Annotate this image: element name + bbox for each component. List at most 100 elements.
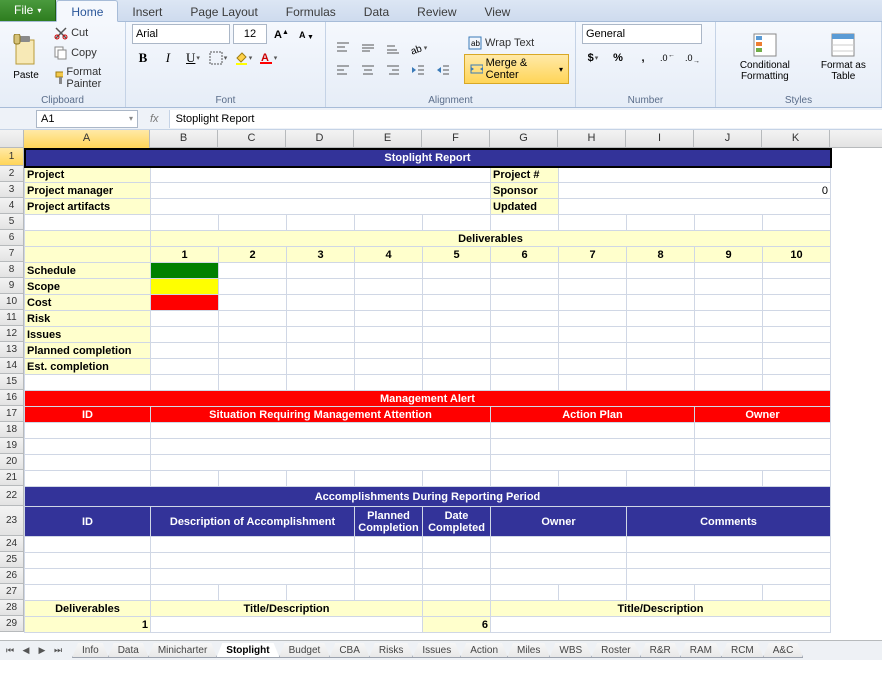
row-header-29[interactable]: 29 [0,616,24,632]
tab-home[interactable]: Home [56,0,118,22]
row-header-6[interactable]: 6 [0,230,24,246]
percent-button[interactable]: % [607,48,629,68]
border-button[interactable] [207,48,229,68]
sheet-tab-issues[interactable]: Issues [412,643,461,658]
sheet-tab-info[interactable]: Info [72,643,109,658]
row-header-15[interactable]: 15 [0,374,24,390]
increase-indent-button[interactable] [432,60,454,80]
select-all-corner[interactable] [0,130,24,148]
sheet-tab-minicharter[interactable]: Minicharter [148,643,217,658]
col-header-J[interactable]: J [694,130,762,148]
underline-button[interactable]: U [182,48,204,68]
format-as-table-button[interactable]: Format as Table [812,24,875,90]
comma-button[interactable]: , [632,48,654,68]
sheet-tab-risks[interactable]: Risks [369,643,413,658]
row-header-9[interactable]: 9 [0,278,24,294]
decrease-font-button[interactable]: A▼ [295,24,317,44]
tab-page-layout[interactable]: Page Layout [176,1,271,21]
file-tab[interactable]: File [0,0,56,21]
align-center-button[interactable] [357,60,379,80]
orientation-button[interactable]: ab [407,38,429,58]
fx-button[interactable]: fx [140,113,169,125]
paste-button[interactable]: Paste [6,24,46,90]
align-top-button[interactable] [332,38,354,58]
column-headers[interactable]: ABCDEFGHIJK [24,130,882,148]
wrap-text-button[interactable]: ab Wrap Text [464,34,569,52]
sheet-tab-cba[interactable]: CBA [329,643,370,658]
row-header-28[interactable]: 28 [0,600,24,616]
align-right-button[interactable] [382,60,404,80]
row-header-7[interactable]: 7 [0,246,24,262]
col-header-E[interactable]: E [354,130,422,148]
row-header-12[interactable]: 12 [0,326,24,342]
name-box[interactable]: A1 [36,110,138,128]
increase-decimal-button[interactable]: .0← [657,48,679,68]
align-middle-button[interactable] [357,38,379,58]
align-bottom-button[interactable] [382,38,404,58]
tab-nav-last[interactable]: ⏭ [50,643,66,659]
fill-color-button[interactable] [232,48,254,68]
formula-input[interactable] [169,110,882,128]
row-header-17[interactable]: 17 [0,406,24,422]
sheet-tab-budget[interactable]: Budget [279,643,331,658]
merge-center-button[interactable]: Merge & Center▾ [464,54,569,84]
col-header-G[interactable]: G [490,130,558,148]
row-header-8[interactable]: 8 [0,262,24,278]
tab-view[interactable]: View [471,1,525,21]
bold-button[interactable]: B [132,48,154,68]
sheet-tab-wbs[interactable]: WBS [549,643,592,658]
row-header-3[interactable]: 3 [0,182,24,198]
align-left-button[interactable] [332,60,354,80]
tab-nav-next[interactable]: ▶ [34,643,50,659]
row-header-4[interactable]: 4 [0,198,24,214]
row-header-27[interactable]: 27 [0,584,24,600]
row-header-5[interactable]: 5 [0,214,24,230]
col-header-B[interactable]: B [150,130,218,148]
format-painter-button[interactable]: Format Painter [50,64,119,92]
tab-insert[interactable]: Insert [118,1,176,21]
sheet-tab-roster[interactable]: Roster [591,643,640,658]
row-header-22[interactable]: 22 [0,486,24,506]
sheet-tab-r&r[interactable]: R&R [640,643,681,658]
row-header-10[interactable]: 10 [0,294,24,310]
tab-nav-prev[interactable]: ◀ [18,643,34,659]
increase-font-button[interactable]: A▲ [270,24,292,44]
font-color-button[interactable]: A [257,48,279,68]
row-header-20[interactable]: 20 [0,454,24,470]
col-header-F[interactable]: F [422,130,490,148]
tab-review[interactable]: Review [403,1,470,21]
col-header-I[interactable]: I [626,130,694,148]
sheet-tab-ram[interactable]: RAM [680,643,722,658]
row-header-16[interactable]: 16 [0,390,24,406]
row-header-1[interactable]: 1 [0,148,24,166]
row-header-21[interactable]: 21 [0,470,24,486]
row-header-2[interactable]: 2 [0,166,24,182]
conditional-formatting-button[interactable]: Conditional Formatting [722,24,808,90]
col-header-C[interactable]: C [218,130,286,148]
row-header-24[interactable]: 24 [0,536,24,552]
row-header-19[interactable]: 19 [0,438,24,454]
sheet-tab-action[interactable]: Action [460,643,508,658]
cut-button[interactable]: Cut [50,24,119,42]
row-header-14[interactable]: 14 [0,358,24,374]
row-header-26[interactable]: 26 [0,568,24,584]
tab-data[interactable]: Data [350,1,403,21]
col-header-H[interactable]: H [558,130,626,148]
tab-formulas[interactable]: Formulas [272,1,350,21]
col-header-A[interactable]: A [24,130,150,148]
sheet-tab-rcm[interactable]: RCM [721,643,764,658]
accounting-format-button[interactable]: $ [582,48,604,68]
sheet-tab-miles[interactable]: Miles [507,643,550,658]
number-format-select[interactable] [582,24,702,44]
col-header-D[interactable]: D [286,130,354,148]
sheet-tab-data[interactable]: Data [108,643,149,658]
row-header-23[interactable]: 23 [0,506,24,536]
italic-button[interactable]: I [157,48,179,68]
font-name-select[interactable] [132,24,230,44]
decrease-decimal-button[interactable]: .0→ [682,48,704,68]
font-size-select[interactable] [233,24,267,44]
copy-button[interactable]: Copy [50,44,119,62]
col-header-K[interactable]: K [762,130,830,148]
spreadsheet-grid[interactable]: ABCDEFGHIJK 1234567891011121314151617181… [0,130,882,660]
sheet-tab-a&c[interactable]: A&C [763,643,804,658]
